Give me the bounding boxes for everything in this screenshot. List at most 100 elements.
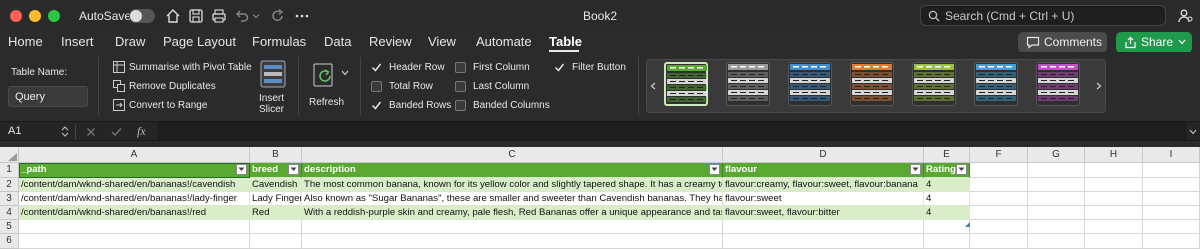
save-icon[interactable] — [186, 6, 206, 26]
empty-cell[interactable] — [250, 234, 302, 249]
convert-to-range-button[interactable]: Convert to Range — [129, 100, 207, 111]
tab-insert[interactable]: Insert — [61, 34, 94, 49]
table-cell-rating[interactable]: 4 — [924, 178, 970, 192]
tab-data[interactable]: Data — [324, 34, 351, 49]
empty-cell[interactable] — [970, 220, 1028, 234]
table-cell-rating[interactable]: 4 — [924, 206, 970, 220]
table-style-gray[interactable] — [726, 62, 770, 106]
empty-cell[interactable] — [1085, 178, 1143, 192]
empty-cell[interactable] — [250, 220, 302, 234]
tab-automate[interactable]: Automate — [476, 34, 532, 49]
empty-cell[interactable] — [1085, 163, 1143, 178]
table-header-breed[interactable]: breed — [250, 163, 302, 178]
cancel-icon[interactable] — [86, 127, 96, 137]
name-box-stepper-icon[interactable] — [61, 125, 69, 138]
empty-cell[interactable] — [970, 178, 1028, 192]
column-header-c[interactable]: C — [302, 147, 723, 163]
insert-slicer-button[interactable]: Insert Slicer — [256, 56, 290, 116]
minimize-window-button[interactable] — [29, 10, 41, 22]
empty-cell[interactable] — [1085, 206, 1143, 220]
table-cell-flavour[interactable]: flavour:sweet — [723, 192, 924, 206]
gallery-scroll-right[interactable] — [1094, 62, 1104, 110]
filter-dropdown-icon[interactable] — [910, 164, 921, 175]
table-cell-rating[interactable]: 4 — [924, 192, 970, 206]
table-cell-description[interactable]: Also known as "Sugar Bananas", these are… — [302, 192, 723, 206]
tab-home[interactable]: Home — [8, 34, 43, 49]
undo-icon[interactable] — [232, 6, 252, 26]
redo-icon[interactable] — [268, 6, 288, 26]
table-header-flavour[interactable]: flavour — [723, 163, 924, 178]
row-header[interactable]: 3 — [0, 192, 19, 206]
tab-review[interactable]: Review — [369, 34, 412, 49]
empty-cell[interactable] — [924, 234, 970, 249]
empty-cell[interactable] — [1085, 234, 1143, 249]
account-icon[interactable] — [1175, 6, 1195, 26]
table-cell-flavour[interactable]: flavour:sweet, flavour:bitter — [723, 206, 924, 220]
row-header[interactable]: 2 — [0, 178, 19, 192]
empty-cell[interactable] — [1143, 220, 1200, 234]
empty-cell[interactable] — [924, 220, 970, 234]
search-input[interactable]: Search (Cmd + Ctrl + U) — [920, 5, 1166, 26]
empty-cell[interactable] — [1143, 234, 1200, 249]
tab-draw[interactable]: Draw — [115, 34, 145, 49]
column-header-h[interactable]: H — [1085, 147, 1143, 163]
more-icon[interactable] — [292, 6, 312, 26]
summarise-pivot-button[interactable]: Summarise with Pivot Table — [129, 62, 252, 73]
filter-dropdown-icon[interactable] — [288, 164, 299, 175]
table-resize-handle[interactable] — [965, 214, 970, 227]
gallery-scroll-left[interactable] — [648, 62, 658, 110]
close-window-button[interactable] — [10, 10, 22, 22]
table-style-lime[interactable] — [912, 62, 956, 106]
table-cell-path[interactable]: /content/dam/wknd-shared/en/bananas!/cav… — [19, 178, 250, 192]
column-header-i[interactable]: I — [1143, 147, 1200, 163]
table-cell-path[interactable]: /content/dam/wknd-shared/en/bananas!/lad… — [19, 192, 250, 206]
empty-cell[interactable] — [1143, 178, 1200, 192]
enter-check-icon[interactable] — [111, 127, 122, 137]
empty-cell[interactable] — [1028, 234, 1085, 249]
filter-dropdown-icon[interactable] — [709, 164, 720, 175]
column-header-b[interactable]: B — [250, 147, 302, 163]
empty-cell[interactable] — [970, 206, 1028, 220]
print-icon[interactable] — [209, 6, 229, 26]
zoom-window-button[interactable] — [48, 10, 60, 22]
table-cell-description[interactable]: The most common banana, known for its ye… — [302, 178, 723, 192]
empty-cell[interactable] — [302, 234, 723, 249]
table-style-blue[interactable] — [788, 62, 832, 106]
table-cell-description[interactable]: With a reddish-purple skin and creamy, p… — [302, 206, 723, 220]
column-header-f[interactable]: F — [970, 147, 1028, 163]
share-button[interactable]: Share — [1116, 32, 1192, 53]
column-header-g[interactable]: G — [1028, 147, 1085, 163]
filter-dropdown-icon[interactable] — [956, 164, 967, 175]
table-header-description[interactable]: description — [302, 163, 723, 178]
expand-formula-icon[interactable] — [1189, 129, 1197, 135]
empty-cell[interactable] — [1143, 192, 1200, 206]
tab-formulas[interactable]: Formulas — [252, 34, 306, 49]
remove-duplicates-button[interactable]: Remove Duplicates — [129, 81, 216, 92]
table-cell-breed[interactable]: Lady Finger — [250, 192, 302, 206]
select-all-button[interactable] — [0, 147, 19, 163]
empty-cell[interactable] — [1143, 206, 1200, 220]
table-cell-flavour[interactable]: flavour:creamy, flavour:sweet, flavour:b… — [723, 178, 924, 192]
empty-cell[interactable] — [970, 192, 1028, 206]
tab-page-layout[interactable]: Page Layout — [163, 34, 236, 49]
column-header-a[interactable]: A — [19, 147, 250, 163]
table-style-purple[interactable] — [1036, 62, 1080, 106]
table-style-cyan[interactable] — [974, 62, 1018, 106]
table-header-rating[interactable]: Rating — [924, 163, 970, 178]
comments-button[interactable]: Comments — [1018, 32, 1107, 53]
empty-cell[interactable] — [723, 220, 924, 234]
table-style-green[interactable] — [664, 62, 708, 106]
name-box[interactable]: A1 — [8, 125, 21, 137]
empty-cell[interactable] — [19, 220, 250, 234]
empty-cell[interactable] — [1028, 192, 1085, 206]
table-cell-breed[interactable]: Red — [250, 206, 302, 220]
empty-cell[interactable] — [1085, 192, 1143, 206]
empty-cell[interactable] — [19, 234, 250, 249]
empty-cell[interactable] — [1028, 206, 1085, 220]
table-style-orange[interactable] — [850, 62, 894, 106]
empty-cell[interactable] — [1143, 163, 1200, 178]
empty-cell[interactable] — [1085, 220, 1143, 234]
autosave-toggle[interactable] — [129, 9, 155, 23]
row-header[interactable]: 4 — [0, 206, 19, 220]
fx-icon[interactable]: fx — [137, 124, 146, 139]
